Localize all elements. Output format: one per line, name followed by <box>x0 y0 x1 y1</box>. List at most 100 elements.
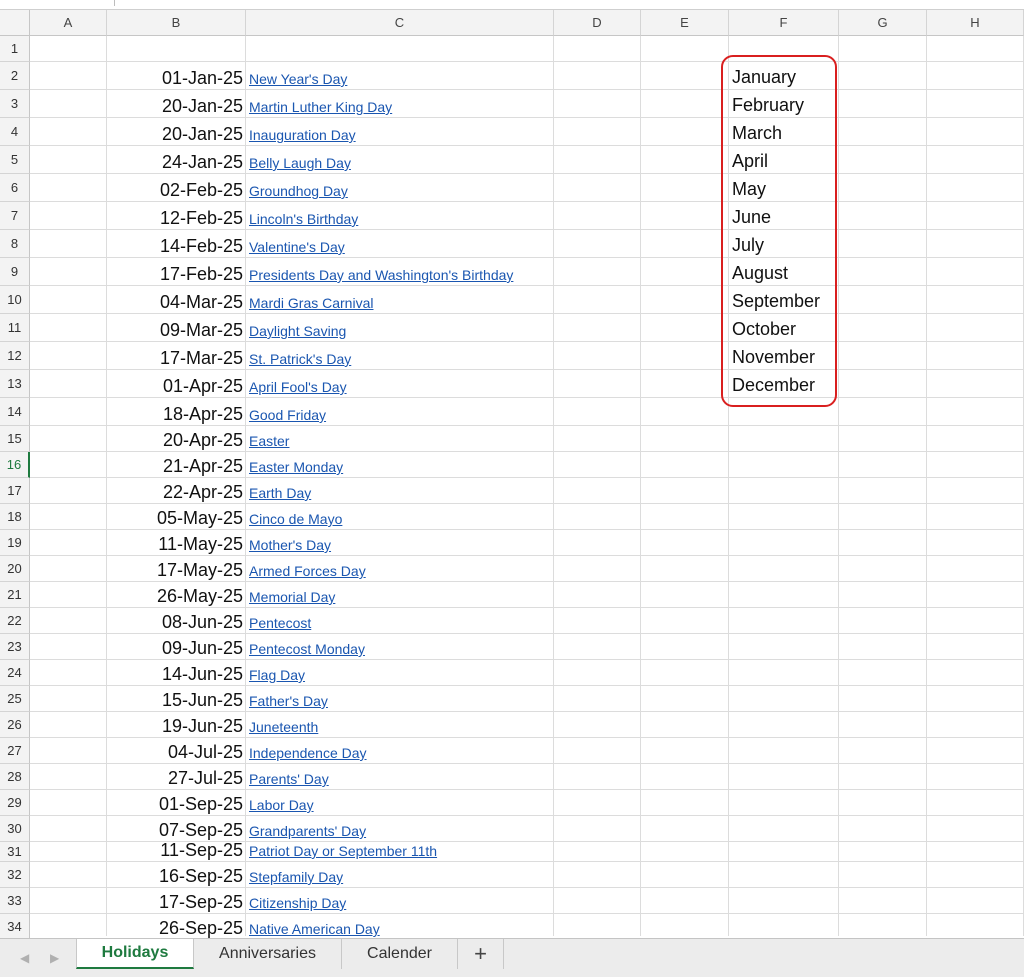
date-cell[interactable]: 17-Mar-25 <box>107 348 243 368</box>
holiday-link[interactable]: Good Friday <box>249 407 326 423</box>
row-header[interactable]: 20 <box>0 556 30 582</box>
date-cell[interactable]: 20-Apr-25 <box>107 430 243 450</box>
row-header[interactable]: 27 <box>0 738 30 764</box>
holiday-link[interactable]: Inauguration Day <box>249 127 356 143</box>
row-header[interactable]: 18 <box>0 504 30 530</box>
date-cell[interactable]: 18-Apr-25 <box>107 404 243 424</box>
date-cell[interactable]: 05-May-25 <box>107 508 243 528</box>
month-cell[interactable]: October <box>732 319 796 339</box>
row-header[interactable]: 29 <box>0 790 30 816</box>
date-cell[interactable]: 11-Sep-25 <box>107 840 243 860</box>
holiday-link[interactable]: Stepfamily Day <box>249 869 343 885</box>
holiday-link[interactable]: Native American Day <box>249 921 380 937</box>
date-cell[interactable]: 12-Feb-25 <box>107 208 243 228</box>
date-cell[interactable]: 14-Jun-25 <box>107 664 243 684</box>
date-cell[interactable]: 19-Jun-25 <box>107 716 243 736</box>
column-header-a[interactable]: A <box>30 10 107 36</box>
row-header[interactable]: 2 <box>0 62 30 90</box>
row-header[interactable]: 25 <box>0 686 30 712</box>
row-header[interactable]: 9 <box>0 258 30 286</box>
tab-holidays[interactable]: Holidays <box>76 939 194 969</box>
date-cell[interactable]: 01-Sep-25 <box>107 794 243 814</box>
row-header[interactable]: 21 <box>0 582 30 608</box>
date-cell[interactable]: 24-Jan-25 <box>107 152 243 172</box>
date-cell[interactable]: 04-Jul-25 <box>107 742 243 762</box>
select-all-corner[interactable] <box>0 10 30 36</box>
row-header[interactable]: 4 <box>0 118 30 146</box>
date-cell[interactable]: 17-May-25 <box>107 560 243 580</box>
row-header[interactable]: 1 <box>0 36 30 62</box>
date-cell[interactable]: 16-Sep-25 <box>107 866 243 886</box>
spreadsheet-grid[interactable]: ABCDEFGH 1 2 3 4 5 6 7 8 9 10 11 12 13 14 15 16 17 18 19 20… <box>0 10 1024 938</box>
holiday-link[interactable]: Mother's Day <box>249 537 331 553</box>
holiday-link[interactable]: Belly Laugh Day <box>249 155 351 171</box>
month-cell[interactable]: March <box>732 123 782 143</box>
holiday-link[interactable]: Easter <box>249 433 289 449</box>
date-cell[interactable]: 26-Sep-25 <box>107 918 243 938</box>
month-cell[interactable]: December <box>732 375 815 395</box>
date-cell[interactable]: 22-Apr-25 <box>107 482 243 502</box>
date-cell[interactable]: 02-Feb-25 <box>107 180 243 200</box>
holiday-link[interactable]: Valentine's Day <box>249 239 345 255</box>
month-cell[interactable]: September <box>732 291 820 311</box>
column-header-b[interactable]: B <box>107 10 246 36</box>
month-cell[interactable]: April <box>732 151 768 171</box>
row-header[interactable]: 6 <box>0 174 30 202</box>
next-sheet-icon[interactable]: ▶ <box>50 951 59 965</box>
row-header[interactable]: 26 <box>0 712 30 738</box>
date-cell[interactable]: 07-Sep-25 <box>107 820 243 840</box>
holiday-link[interactable]: St. Patrick's Day <box>249 351 351 367</box>
holiday-link[interactable]: Patriot Day or September 11th <box>249 843 437 859</box>
month-cell[interactable]: August <box>732 263 788 283</box>
row-header[interactable]: 28 <box>0 764 30 790</box>
holiday-link[interactable]: Citizenship Day <box>249 895 346 911</box>
row-header[interactable]: 19 <box>0 530 30 556</box>
row-header[interactable]: 7 <box>0 202 30 230</box>
row-header[interactable]: 33 <box>0 888 30 914</box>
row-header[interactable]: 17 <box>0 478 30 504</box>
row-header[interactable]: 10 <box>0 286 30 314</box>
row-header[interactable]: 11 <box>0 314 30 342</box>
date-cell[interactable]: 08-Jun-25 <box>107 612 243 632</box>
holiday-link[interactable]: Earth Day <box>249 485 311 501</box>
holiday-link[interactable]: Grandparents' Day <box>249 823 366 839</box>
date-cell[interactable]: 21-Apr-25 <box>107 456 243 476</box>
row-header[interactable]: 14 <box>0 398 30 426</box>
column-header-d[interactable]: D <box>554 10 641 36</box>
date-cell[interactable]: 20-Jan-25 <box>107 96 243 116</box>
column-header-c[interactable]: C <box>246 10 554 36</box>
holiday-link[interactable]: Mardi Gras Carnival <box>249 295 373 311</box>
row-header[interactable]: 24 <box>0 660 30 686</box>
date-cell[interactable]: 09-Mar-25 <box>107 320 243 340</box>
date-cell[interactable]: 17-Feb-25 <box>107 264 243 284</box>
holiday-link[interactable]: Groundhog Day <box>249 183 348 199</box>
holiday-link[interactable]: Father's Day <box>249 693 328 709</box>
month-cell[interactable]: July <box>732 235 764 255</box>
holiday-link[interactable]: Memorial Day <box>249 589 335 605</box>
holiday-link[interactable]: Martin Luther King Day <box>249 99 392 115</box>
date-cell[interactable]: 09-Jun-25 <box>107 638 243 658</box>
holiday-link[interactable]: Lincoln's Birthday <box>249 211 358 227</box>
holiday-link[interactable]: Easter Monday <box>249 459 343 475</box>
row-header[interactable]: 22 <box>0 608 30 634</box>
row-header[interactable]: 13 <box>0 370 30 398</box>
month-cell[interactable]: May <box>732 179 766 199</box>
holiday-link[interactable]: Parents' Day <box>249 771 329 787</box>
holiday-link[interactable]: Labor Day <box>249 797 314 813</box>
holiday-link[interactable]: Pentecost <box>249 615 311 631</box>
row-header[interactable]: 32 <box>0 862 30 888</box>
holiday-link[interactable]: Juneteenth <box>249 719 318 735</box>
row-header[interactable]: 5 <box>0 146 30 174</box>
month-cell[interactable]: June <box>732 207 771 227</box>
date-cell[interactable]: 15-Jun-25 <box>107 690 243 710</box>
row-header[interactable]: 23 <box>0 634 30 660</box>
month-cell[interactable]: January <box>732 67 796 87</box>
tab-anniversaries[interactable]: Anniversaries <box>194 939 342 969</box>
row-header[interactable]: 34 <box>0 914 30 938</box>
date-cell[interactable]: 26-May-25 <box>107 586 243 606</box>
row-header[interactable]: 15 <box>0 426 30 452</box>
row-header[interactable]: 31 <box>0 842 30 862</box>
column-header-f[interactable]: F <box>729 10 839 36</box>
month-cell[interactable]: February <box>732 95 804 115</box>
month-cell[interactable]: November <box>732 347 815 367</box>
